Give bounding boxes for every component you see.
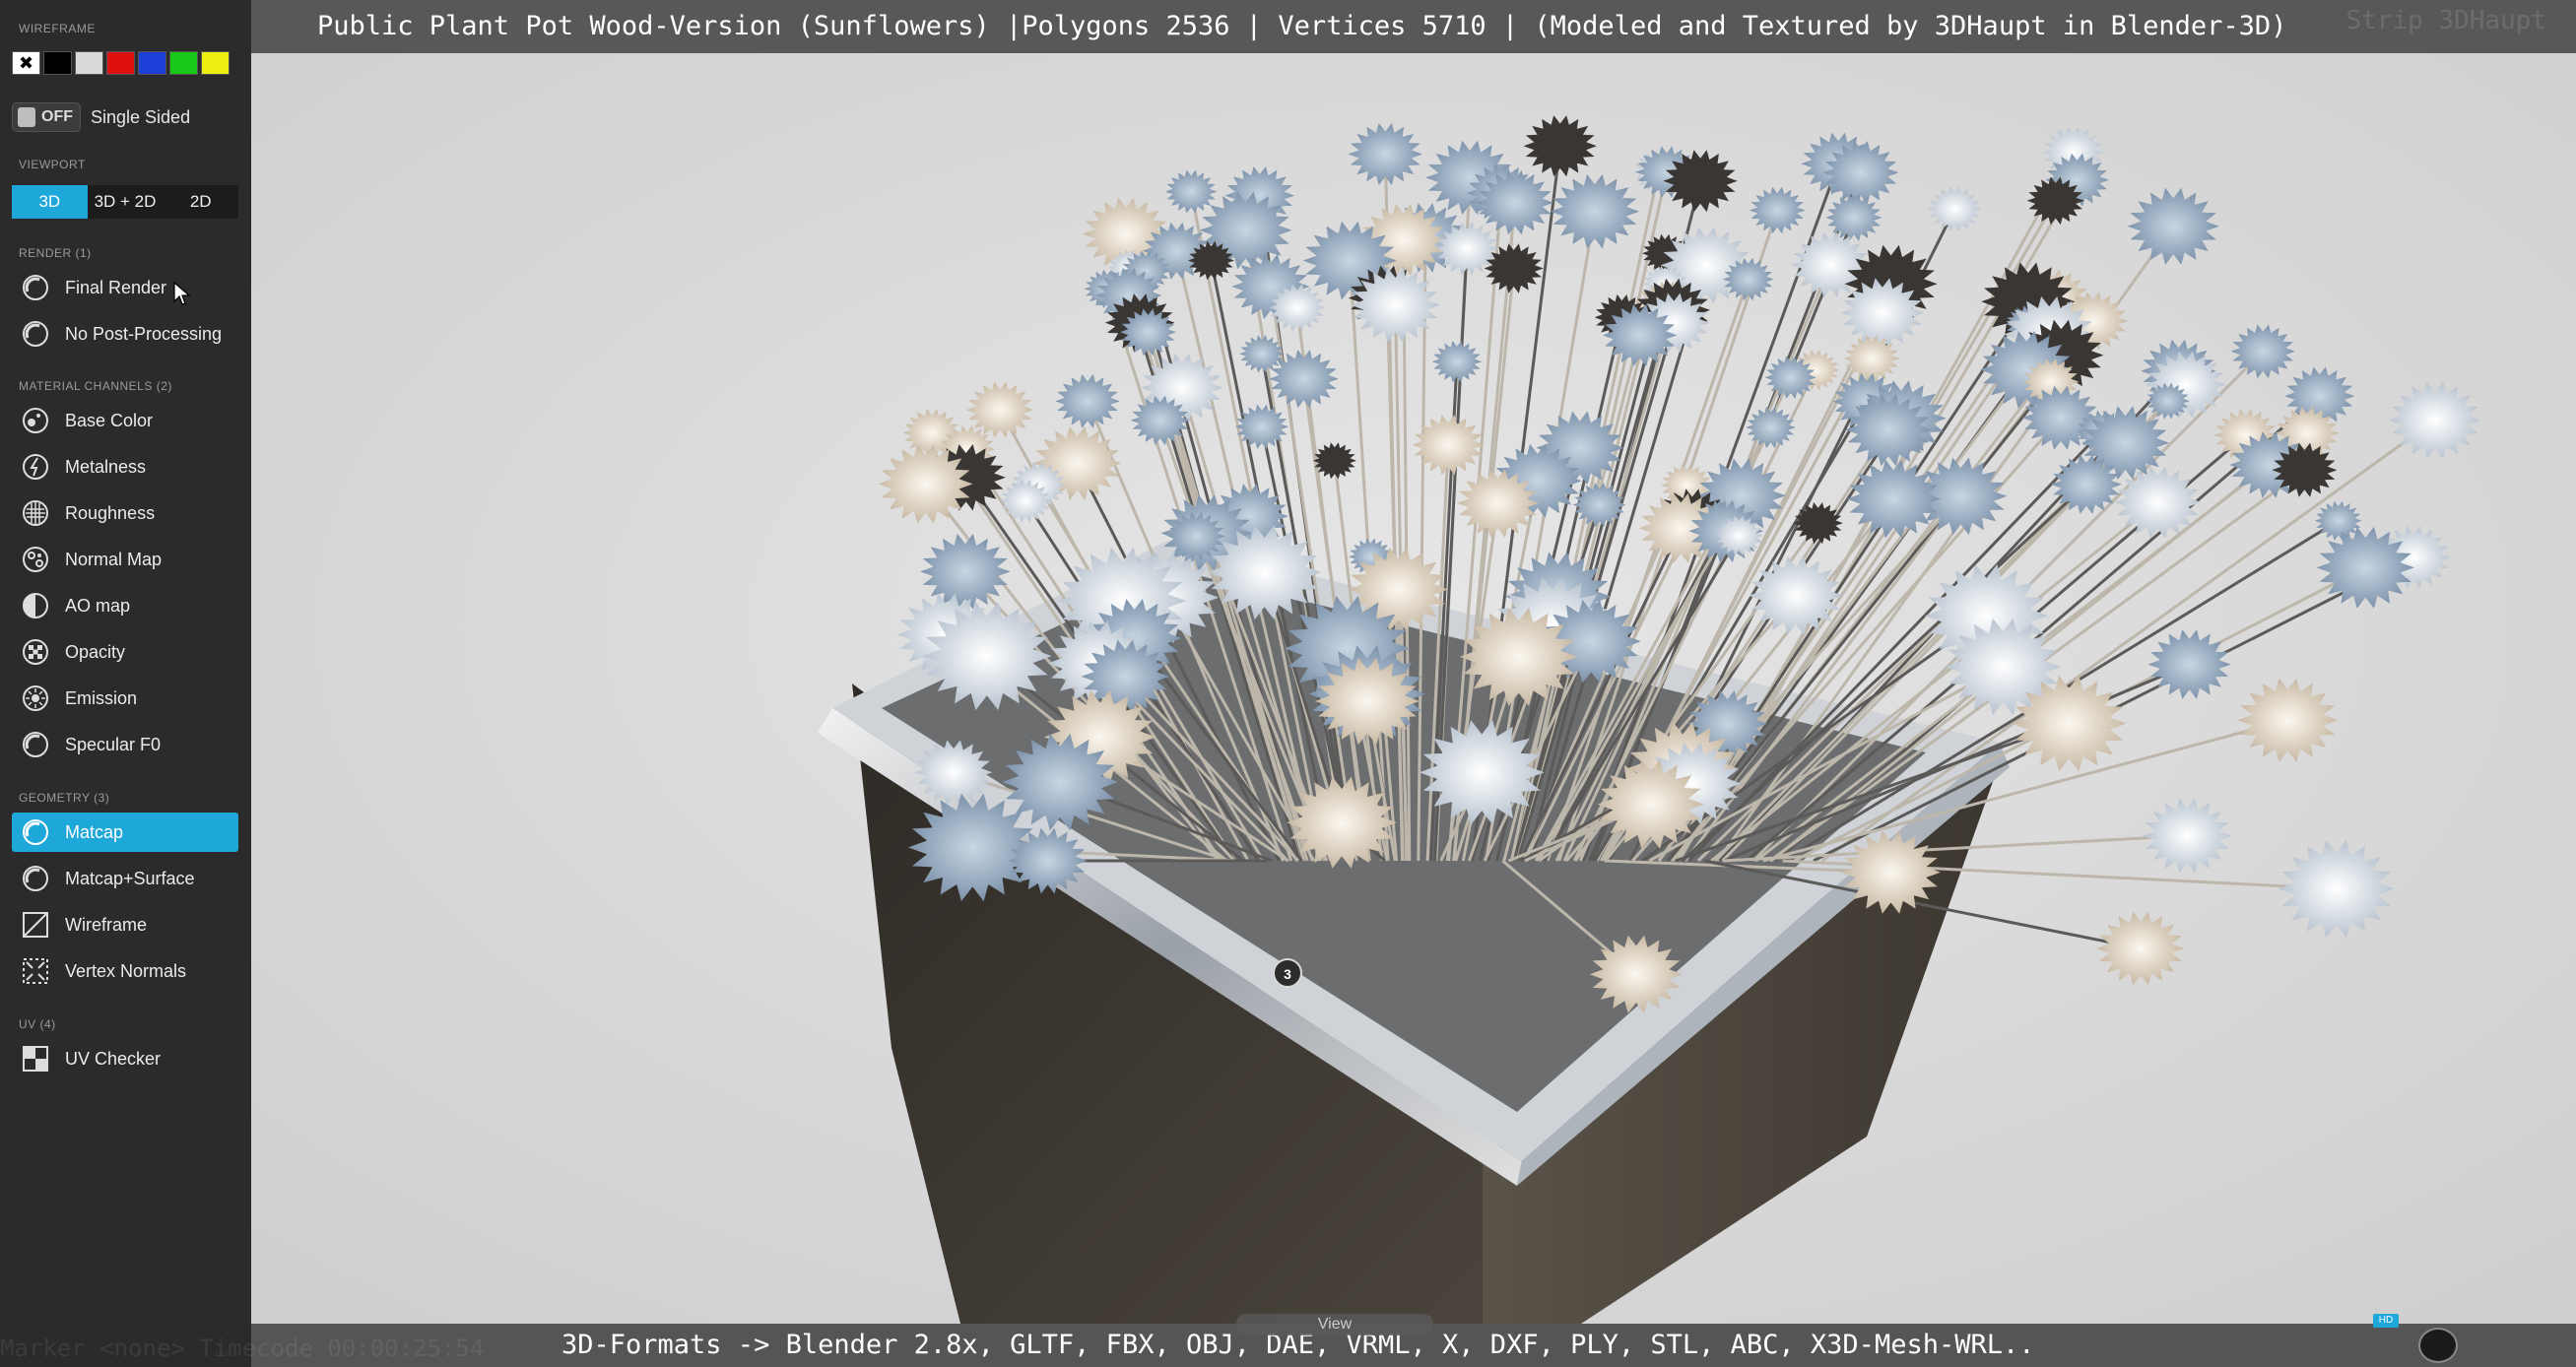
single-sided-label: Single Sided xyxy=(91,106,191,127)
vertex-normals-icon xyxy=(20,955,51,987)
plant-pot-render xyxy=(251,53,2576,1324)
wireframe-color-swatches: ✖ xyxy=(12,51,230,75)
wireframe-section-label: WIREFRAME xyxy=(19,22,96,35)
opacity-item[interactable]: Opacity xyxy=(12,632,238,672)
model-title: Public Plant Pot Wood-Version (Sunflower… xyxy=(317,11,2287,41)
matcap-surface-icon xyxy=(20,863,51,894)
wireframe-color-blue[interactable] xyxy=(138,51,166,75)
geometry-section-label: GEOMETRY (3) xyxy=(19,791,110,805)
toggle-knob xyxy=(18,107,35,127)
model-inspector-panel: WIREFRAME ✖ OFF Single Sided VIEWPORT 3D… xyxy=(0,0,251,1367)
vertex-normals-label: Vertex Normals xyxy=(65,960,187,981)
viewport-section-label: VIEWPORT xyxy=(19,158,86,171)
view-tab[interactable]: View xyxy=(1236,1314,1433,1335)
final-render-label: Final Render xyxy=(65,277,167,297)
wireframe-color-green[interactable] xyxy=(169,51,198,75)
3d-viewport[interactable]: 3 xyxy=(251,53,2576,1324)
wireframe-color-red[interactable] xyxy=(106,51,135,75)
render-icon xyxy=(20,318,51,350)
base-color-item[interactable]: Base Color xyxy=(12,401,238,440)
emission-item[interactable]: Emission xyxy=(12,679,238,718)
metalness-label: Metalness xyxy=(65,456,147,477)
wireframe-color-grey[interactable] xyxy=(75,51,103,75)
specular-f0-item[interactable]: Specular F0 xyxy=(12,725,238,764)
matcap-icon xyxy=(20,816,51,848)
metalness-item[interactable]: Metalness xyxy=(12,447,238,487)
uv-checker-icon xyxy=(20,1043,51,1074)
wireframe-color-white[interactable]: ✖ xyxy=(12,51,40,75)
uv-checker-item[interactable]: UV Checker xyxy=(12,1039,238,1078)
overlay-ghost-text: Strip 3DHaupt xyxy=(2345,6,2547,35)
base-color-label: Base Color xyxy=(65,410,154,430)
close-icon: ✖ xyxy=(18,53,34,73)
emission-icon xyxy=(20,683,51,714)
wireframe-color-black[interactable] xyxy=(43,51,72,75)
opacity-label: Opacity xyxy=(65,641,126,662)
viewport-3d-button[interactable]: 3D xyxy=(12,185,88,219)
viewport-mode-group: 3D 3D + 2D 2D xyxy=(12,185,239,219)
normal-map-label: Normal Map xyxy=(65,549,163,569)
ao-map-icon xyxy=(20,590,51,621)
viewport-2d-button[interactable]: 2D xyxy=(163,185,239,219)
model-title-bar: Public Plant Pot Wood-Version (Sunflower… xyxy=(251,0,2576,53)
material-channels-section-label: MATERIAL CHANNELS (2) xyxy=(19,379,172,393)
vertex-normals-item[interactable]: Vertex Normals xyxy=(12,951,238,991)
ao-map-item[interactable]: AO map xyxy=(12,586,238,625)
normal-map-icon xyxy=(20,544,51,575)
roughness-label: Roughness xyxy=(65,502,156,523)
roughness-icon xyxy=(20,497,51,529)
no-post-processing-item[interactable]: No Post-Processing xyxy=(12,314,238,354)
uv-checker-label: UV Checker xyxy=(65,1048,162,1069)
viewport-3d-2d-button[interactable]: 3D + 2D xyxy=(87,185,164,219)
formats-bar: 3D-Formats -> Blender 2.8x, GLTF, FBX, O… xyxy=(251,1314,2576,1367)
matcap-surface-item[interactable]: Matcap+Surface xyxy=(12,859,238,898)
overlay-timecode-ghost: Marker <none> Timecode 00:00:25:54 xyxy=(0,1334,485,1362)
hd-badge[interactable]: HD xyxy=(2373,1314,2399,1328)
mouse-pointer-icon xyxy=(173,282,191,305)
matcap-surface-label: Matcap+Surface xyxy=(65,868,195,888)
toggle-text: OFF xyxy=(41,108,73,125)
settings-layers-icon[interactable] xyxy=(2418,1328,2458,1363)
render-section-label: RENDER (1) xyxy=(19,246,92,260)
wireframe-item[interactable]: Wireframe xyxy=(12,905,238,944)
ao-map-label: AO map xyxy=(65,595,131,616)
wireframe-icon xyxy=(20,909,51,941)
single-sided-toggle[interactable]: OFF xyxy=(12,102,81,132)
wireframe-color-yellow[interactable] xyxy=(201,51,230,75)
metalness-icon xyxy=(20,451,51,483)
matcap-label: Matcap xyxy=(65,821,124,842)
annotation-hotspot[interactable]: 3 xyxy=(1273,958,1302,988)
base-color-icon xyxy=(20,405,51,436)
no-post-processing-label: No Post-Processing xyxy=(65,323,223,344)
single-sided-option: OFF Single Sided xyxy=(12,102,190,132)
normal-map-item[interactable]: Normal Map xyxy=(12,540,238,579)
specular-f0-label: Specular F0 xyxy=(65,734,162,754)
specular-icon xyxy=(20,729,51,760)
roughness-item[interactable]: Roughness xyxy=(12,493,238,533)
render-icon xyxy=(20,272,51,303)
final-render-item[interactable]: Final Render xyxy=(12,268,238,307)
emission-label: Emission xyxy=(65,687,138,708)
wireframe-label: Wireframe xyxy=(65,914,148,935)
matcap-item[interactable]: Matcap xyxy=(12,813,238,852)
uv-section-label: UV (4) xyxy=(19,1017,56,1031)
opacity-icon xyxy=(20,636,51,668)
